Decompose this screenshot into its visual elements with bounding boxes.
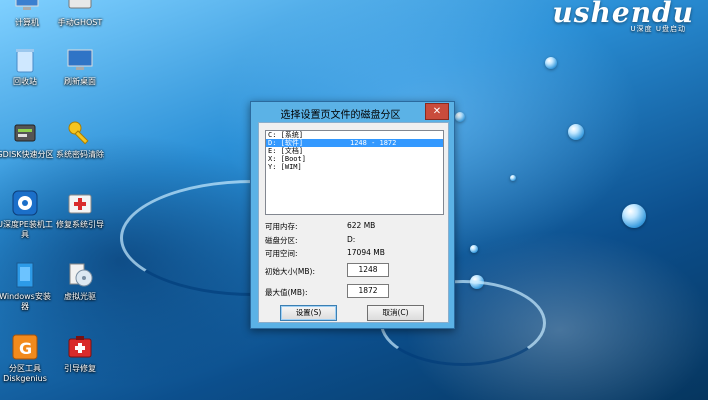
initial-size-input[interactable]: 1248	[347, 263, 389, 277]
desktop-icon-boot-repair[interactable]: 引导修复	[51, 332, 109, 374]
water-drop	[568, 124, 584, 140]
partition-tool-icon	[10, 118, 40, 148]
max-size-input[interactable]: 1872	[347, 284, 389, 298]
partition-listbox[interactable]: C: [系统] D: [软件] 1248 - 1872 E: [文档] X: [B…	[265, 130, 444, 215]
dialog-title: 选择设置页文件的磁盘分区	[280, 110, 401, 121]
pagefile-partition-dialog: 选择设置页文件的磁盘分区 ✕ C: [系统] D: [软件] 1248 - 187…	[250, 101, 455, 329]
desktop-icon-password-clear[interactable]: 系统密码清除	[51, 118, 109, 160]
water-drop	[470, 245, 478, 253]
list-item-selected[interactable]: D: [软件] 1248 - 1872	[266, 139, 443, 147]
diskgenius-icon: G	[10, 332, 40, 362]
partition-value: D:	[347, 235, 356, 244]
desktop-icon-refresh-desktop[interactable]: 刷新桌面	[51, 45, 109, 87]
desktop-icon-virtual-drive[interactable]: 虚拟光驱	[51, 260, 109, 302]
desktop-icon-manual-ghost[interactable]: 手动GHOST	[51, 0, 109, 28]
water-drop	[455, 112, 465, 122]
desktop-icon-diskgenius[interactable]: G 分区工具Diskgenius	[0, 332, 54, 384]
water-drop	[545, 57, 557, 69]
water-drop	[510, 175, 516, 181]
list-item[interactable]: Y: [WIM]	[266, 163, 443, 171]
available-memory-label: 可用内存:	[265, 222, 298, 231]
refresh-desktop-icon	[65, 45, 95, 75]
desktop-icon-repair-boot[interactable]: 修复系统引导	[51, 188, 109, 230]
available-memory-value: 622 MB	[347, 221, 376, 230]
boot-repair-icon	[65, 332, 95, 362]
recycle-bin-icon	[10, 45, 40, 75]
list-item[interactable]: E: [文档]	[266, 147, 443, 155]
list-item[interactable]: C: [系统]	[266, 131, 443, 139]
first-aid-icon	[65, 188, 95, 218]
cancel-button[interactable]: 取消(C)	[367, 305, 424, 321]
water-drop	[622, 204, 646, 228]
desktop-icon-windows-installer[interactable]: Windows安装器	[0, 260, 54, 312]
dialog-body: C: [系统] D: [软件] 1248 - 1872 E: [文档] X: [B…	[258, 122, 449, 323]
free-space-label: 可用空间:	[265, 249, 298, 258]
installer-icon	[10, 188, 40, 218]
list-item[interactable]: X: [Boot]	[266, 155, 443, 163]
desktop-icon-gdisk[interactable]: GDISK快速分区	[0, 118, 54, 160]
free-space-value: 17094 MB	[347, 248, 385, 257]
brand-tagline: U深度 U盘启动	[630, 25, 686, 33]
key-icon	[65, 118, 95, 148]
windows-installer-icon	[10, 260, 40, 290]
desktop-icon-recycle-bin[interactable]: 回收站	[0, 45, 54, 87]
close-button[interactable]: ✕	[425, 103, 449, 120]
dialog-title-bar[interactable]: 选择设置页文件的磁盘分区 ✕	[251, 102, 454, 122]
ghost-icon	[65, 0, 95, 16]
set-button[interactable]: 设置(S)	[280, 305, 337, 321]
virtual-drive-icon	[65, 260, 95, 290]
svg-text:G: G	[19, 339, 32, 358]
partition-label: 磁盘分区:	[265, 236, 298, 245]
computer-icon	[12, 0, 42, 16]
initial-size-label: 初始大小(MB):	[265, 267, 315, 276]
desktop-icon-pe-installer[interactable]: U深度PE装机工具	[0, 188, 54, 240]
desktop-icon-computer[interactable]: 计算机	[0, 0, 56, 28]
max-size-label: 最大值(MB):	[265, 288, 308, 297]
